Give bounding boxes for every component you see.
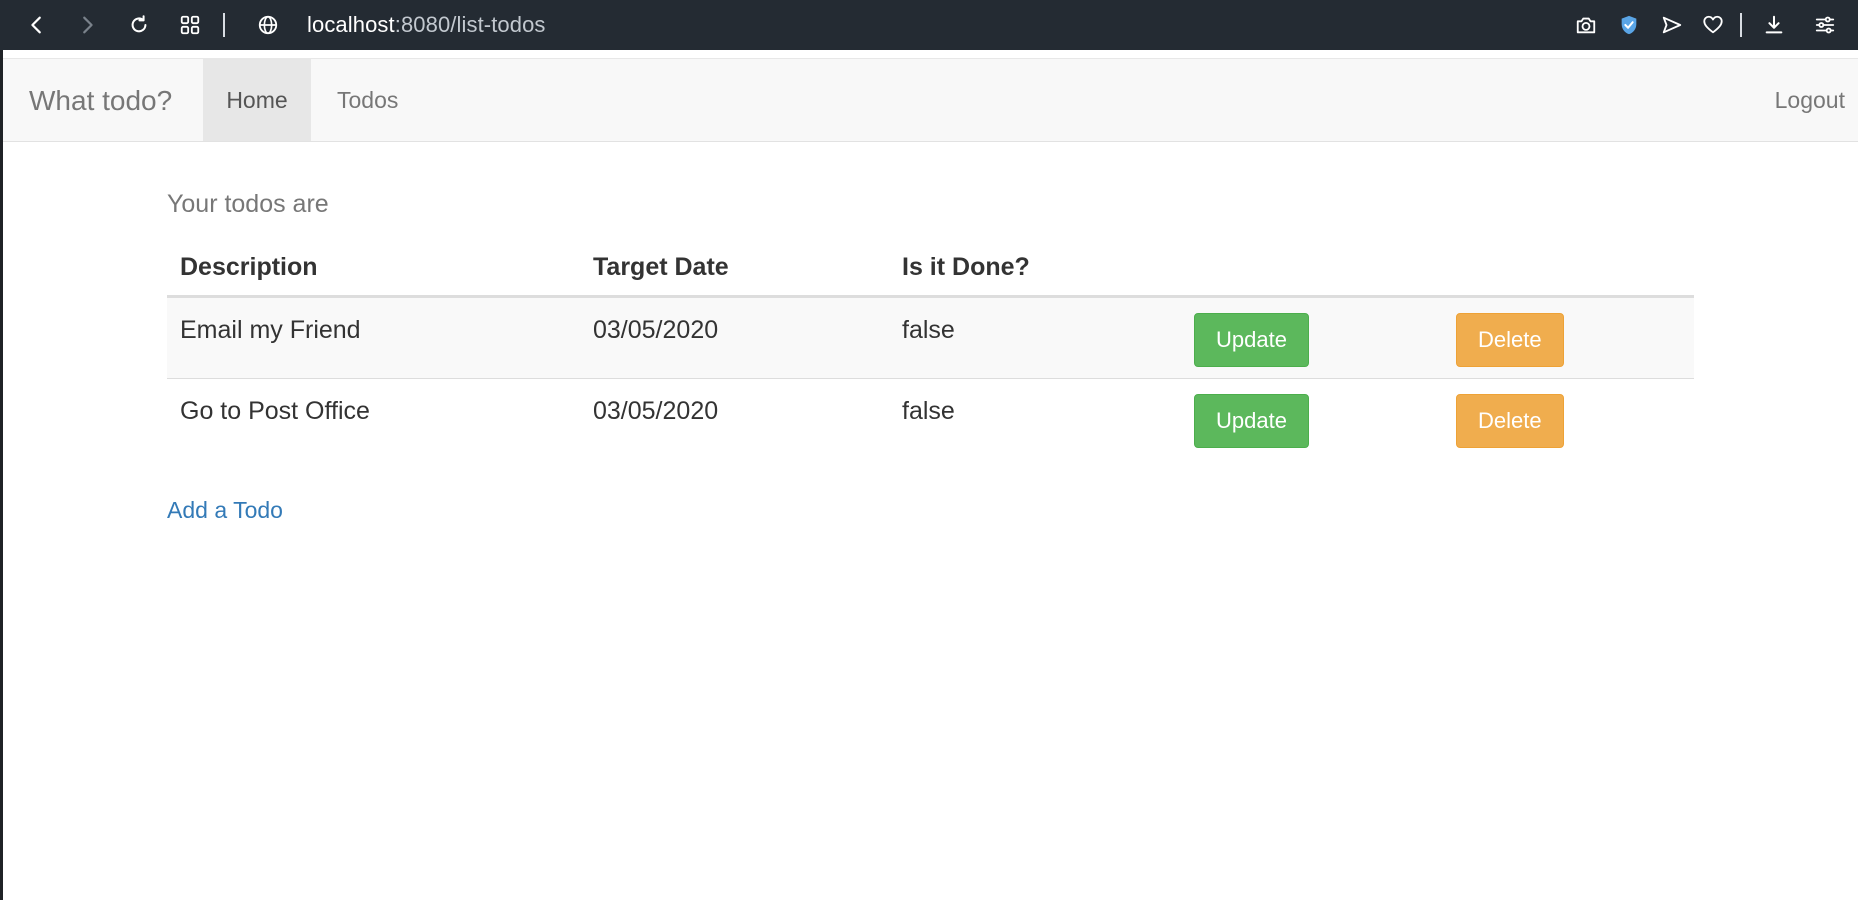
table-row: Go to Post Office 03/05/2020 false Updat… xyxy=(167,377,1694,460)
brand-title[interactable]: What todo? xyxy=(29,85,172,117)
heart-icon[interactable] xyxy=(1698,10,1728,40)
delete-button[interactable]: Delete xyxy=(1456,393,1564,448)
cell-update: Update xyxy=(1181,295,1443,378)
logout-link[interactable]: Logout xyxy=(1775,59,1845,141)
toolbar-divider xyxy=(223,13,225,37)
url-host: localhost xyxy=(307,12,395,37)
reload-icon[interactable] xyxy=(124,10,154,40)
table-row: Email my Friend 03/05/2020 false Update … xyxy=(167,295,1694,378)
navbar: What todo? Home Todos Logout xyxy=(3,58,1858,142)
add-todo-link[interactable]: Add a Todo xyxy=(167,497,283,524)
url-path: :8080/list-todos xyxy=(394,12,546,37)
nav-item-todos[interactable]: Todos xyxy=(337,59,398,141)
update-button[interactable]: Update xyxy=(1194,393,1309,448)
table-caption: Your todos are xyxy=(167,190,329,218)
download-icon[interactable] xyxy=(1759,10,1789,40)
send-icon[interactable] xyxy=(1657,10,1687,40)
window-edge xyxy=(0,50,3,900)
cell-update: Update xyxy=(1181,377,1443,460)
nav-item-home[interactable]: Home xyxy=(203,59,311,141)
delete-button[interactable]: Delete xyxy=(1456,312,1564,367)
cell-delete: Delete xyxy=(1443,377,1694,460)
update-button[interactable]: Update xyxy=(1194,312,1309,367)
cell-description: Go to Post Office xyxy=(167,377,580,460)
globe-icon[interactable] xyxy=(253,10,283,40)
cell-target-date: 03/05/2020 xyxy=(580,295,889,378)
cell-target-date: 03/05/2020 xyxy=(580,377,889,460)
column-header-description: Description xyxy=(167,240,580,298)
forward-icon[interactable] xyxy=(72,10,102,40)
cell-delete: Delete xyxy=(1443,295,1694,378)
browser-toolbar: localhost:8080/list-todos xyxy=(0,0,1858,50)
column-header-done: Is it Done? xyxy=(889,240,1181,298)
address-bar[interactable]: localhost:8080/list-todos xyxy=(307,12,546,38)
camera-icon[interactable] xyxy=(1571,10,1601,40)
column-header-delete xyxy=(1443,240,1694,298)
settings-sliders-icon[interactable] xyxy=(1810,10,1840,40)
table-header-row: Description Target Date Is it Done? xyxy=(167,240,1694,298)
cell-done: false xyxy=(889,295,1181,378)
column-header-target-date: Target Date xyxy=(580,240,889,298)
todo-table: Description Target Date Is it Done? Emai… xyxy=(167,240,1694,460)
back-icon[interactable] xyxy=(22,10,52,40)
column-header-update xyxy=(1181,240,1443,298)
shield-icon[interactable] xyxy=(1614,10,1644,40)
cell-description: Email my Friend xyxy=(167,295,580,378)
tabs-grid-icon[interactable] xyxy=(175,10,205,40)
cell-done: false xyxy=(889,377,1181,460)
toolbar-divider-right xyxy=(1740,13,1742,37)
